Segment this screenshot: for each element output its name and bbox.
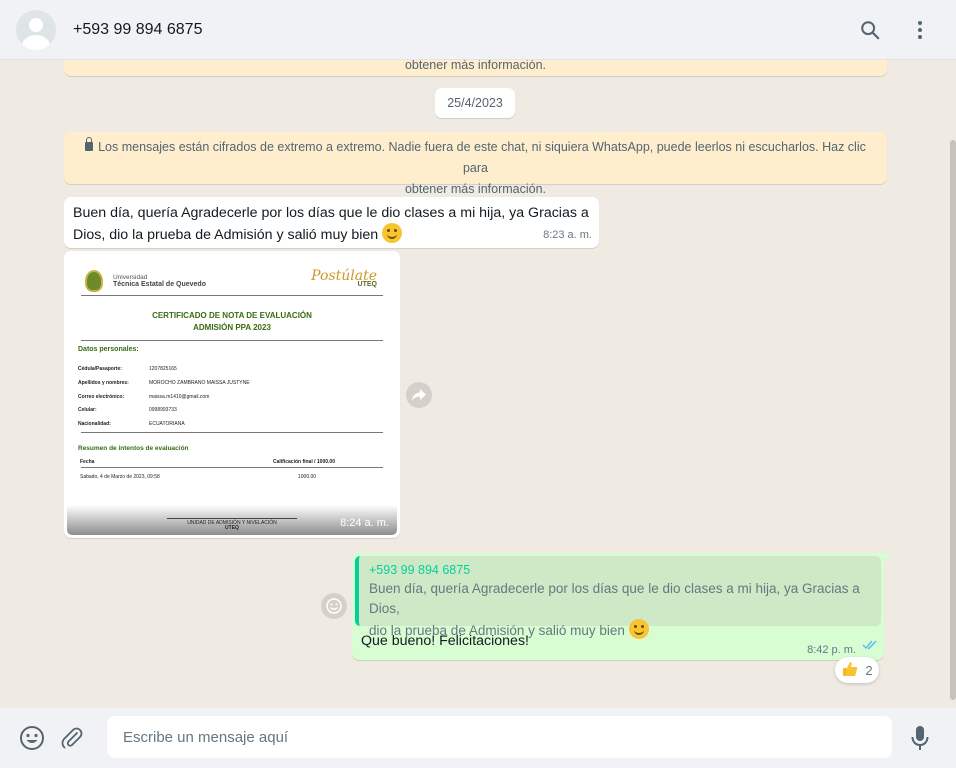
incoming-image-message[interactable]: Universidad Técnica Estatal de Quevedo P… [64, 251, 400, 538]
encryption-notice-line1: Los mensajes están cifrados de extremo a… [98, 140, 866, 175]
smiling-face-emoji-icon [628, 619, 649, 639]
search-icon[interactable] [850, 10, 890, 50]
image-time: 8:24 a. m. [340, 517, 389, 529]
lock-icon [85, 137, 94, 151]
col-date: Fecha [80, 459, 95, 465]
chat-header: +593 99 894 6875 [0, 0, 956, 60]
quoted-message[interactable]: +593 99 894 6875 Buen día, quería Agrade… [355, 556, 881, 639]
message-text-line2: Dios, dio la prueba de Admisión y salió … [73, 227, 379, 243]
data-row: Cédula/Pasaporte: 1207825165 [78, 366, 177, 372]
reaction-count: 2 [865, 662, 873, 678]
message-text-line1: Buen día, quería Agradecerle por los día… [73, 205, 589, 221]
message-time: 8:42 p. m. [807, 644, 856, 656]
signature-line [167, 518, 297, 519]
data-row: Correo electrónico: maissa.m1410@gmail.co… [78, 394, 210, 400]
data-row: Nacionalidad: ECUATORIANA [78, 421, 185, 427]
chat-area[interactable]: obtener más información. 25/4/2023 Los m… [0, 60, 956, 708]
certificate-title: CERTIFICADO DE NOTA DE EVALUACIÓN ADMISI… [152, 311, 312, 332]
data-row: Apellidos y nombres: MOROCHO ZAMBRANO MAI… [78, 380, 250, 386]
date-divider: 25/4/2023 [435, 88, 515, 118]
quote-text-line1: Buen día, quería Agradecerle por los día… [369, 581, 860, 616]
attempt-grade: 1000.00 [298, 474, 317, 480]
section-summary: Resumen de intentos de evaluación [78, 445, 189, 452]
section-personal: Datos personales: [78, 346, 139, 353]
react-emoji-icon[interactable] [321, 593, 347, 619]
reaction-badge[interactable]: 2 [835, 657, 879, 683]
compose-bar [0, 708, 956, 768]
divider [81, 340, 383, 341]
divider [81, 295, 383, 296]
mic-icon[interactable] [900, 718, 940, 758]
outgoing-message[interactable]: +593 99 894 6875 Buen día, quería Agrade… [352, 553, 892, 660]
message-input[interactable] [107, 716, 892, 758]
system-notice-text: obtener más información. [404, 60, 547, 72]
menu-icon[interactable] [900, 10, 940, 50]
incoming-message[interactable]: Buen día, quería Agradecerle por los día… [64, 197, 599, 248]
system-notice-partial[interactable]: obtener más información. [64, 60, 887, 76]
message-time: 8:23 a. m. [543, 229, 592, 241]
col-grade: Calificación final / 1000.00 [273, 459, 335, 465]
attach-icon[interactable] [52, 718, 92, 758]
divider [81, 467, 383, 468]
forward-icon[interactable] [406, 382, 432, 408]
university-name: Universidad Técnica Estatal de Quevedo [113, 274, 206, 288]
data-row: Celular: 0998993733 [78, 407, 177, 413]
contact-avatar[interactable] [16, 9, 56, 50]
divider [81, 432, 383, 433]
quote-author: +593 99 894 6875 [369, 563, 471, 577]
outgoing-text: Que bueno! Felicitaciones! [361, 633, 529, 649]
read-receipt-icon [862, 637, 878, 655]
certificate-image[interactable]: Universidad Técnica Estatal de Quevedo P… [67, 254, 397, 535]
thumbs-up-icon [841, 660, 859, 681]
contact-name[interactable]: +593 99 894 6875 [73, 21, 840, 39]
emoji-icon[interactable] [12, 718, 52, 758]
attempt-date: Sabado, 4 de Marzo de 2023, 09:58 [80, 474, 160, 480]
scrollbar[interactable] [950, 140, 956, 700]
smiling-face-emoji-icon [382, 223, 403, 243]
encryption-notice[interactable]: Los mensajes están cifrados de extremo a… [64, 132, 887, 196]
brand-logo: Postúlate UTEQ [311, 268, 377, 288]
university-logo [85, 270, 103, 292]
